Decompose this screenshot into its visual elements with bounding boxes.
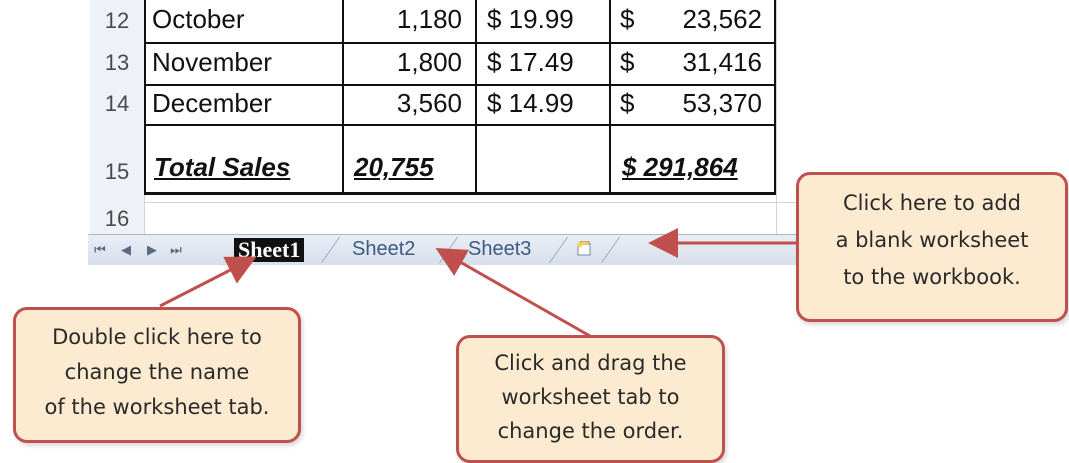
callout-text: Double click here to [52,325,262,349]
callout-drag-tab: Click and drag the worksheet tab to chan… [456,335,725,463]
callout-add-worksheet: Click here to add a blank worksheet to t… [796,172,1068,322]
callout-rename-tab: Double click here to change the name of … [13,307,301,443]
arrow-to-sheet1 [159,256,257,308]
callout-text: change the name [64,360,250,384]
callout-text: of the worksheet tab. [44,395,270,419]
callout-text: worksheet tab to [501,385,680,409]
arrow-to-sheet2 [435,248,591,338]
callout-text: a blank worksheet [835,228,1029,252]
callout-text: to the workbook. [843,265,1021,289]
callout-text: change the order. [497,419,684,443]
callout-text: Click here to add [843,191,1021,215]
callout-text: Click and drag the [494,351,687,375]
